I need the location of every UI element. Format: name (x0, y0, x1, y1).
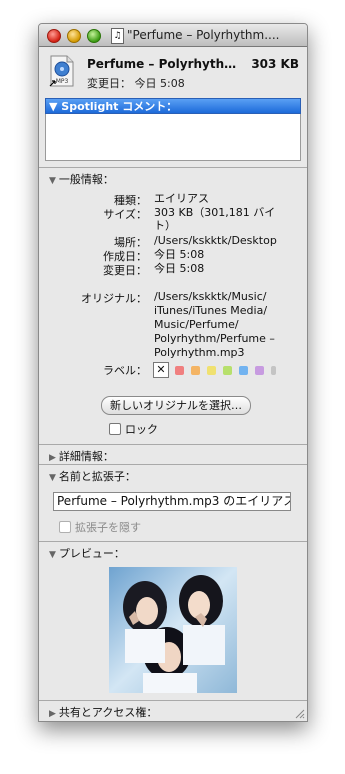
original-label: オリジナル： (81, 292, 147, 305)
hide-extension-label: 拡張子を隠す (75, 521, 141, 534)
where-value: /Users/kskktk/Desktop (154, 234, 277, 247)
preview-title: プレビュー： (58, 547, 125, 560)
label-color-swatch[interactable] (175, 366, 184, 375)
spotlight-comment-field[interactable] (45, 114, 301, 161)
divider (39, 700, 307, 701)
label-color-swatch[interactable] (255, 366, 264, 375)
general-info-header[interactable]: ▼ 一般情報： (49, 171, 114, 187)
close-button[interactable] (47, 29, 61, 43)
label-color-swatch[interactable] (191, 366, 200, 375)
more-info-title: 詳細情報： (58, 450, 114, 463)
window-title: "Perfume – Polyrhythm.... (127, 28, 280, 42)
divider (39, 167, 307, 168)
general-info-title: 一般情報： (58, 173, 114, 186)
label-color-swatch[interactable] (207, 366, 216, 375)
disclosure-closed-icon: ▶ (49, 453, 56, 463)
svg-text:MP3: MP3 (56, 78, 69, 85)
file-modified: 変更日： 今日 5:08 (87, 77, 185, 90)
original-path-line: /Users/kskktk/Music/ (154, 290, 267, 303)
original-path-line: Polyrhythm.mp3 (154, 346, 245, 359)
lock-checkbox[interactable] (109, 423, 121, 435)
size-value-line1: 303 KB（301,181 バイ (154, 206, 276, 219)
hide-extension-checkbox[interactable] (59, 521, 71, 533)
divider (39, 541, 307, 542)
resize-grip-icon[interactable] (293, 707, 305, 719)
select-new-original-button[interactable]: 新しいオリジナルを選択… (101, 396, 251, 415)
label-color-swatch[interactable] (271, 366, 276, 375)
disclosure-open-icon: ▼ (49, 176, 56, 186)
info-window: ♫ "Perfume – Polyrhythm.... MP3 Perfume … (38, 23, 308, 722)
mp3-alias-icon[interactable]: MP3 (49, 55, 75, 87)
label-color-swatch[interactable] (239, 366, 248, 375)
divider (39, 444, 307, 445)
file-name: Perfume – Polyrhyth… (87, 57, 237, 71)
size-value-line2: ト） (154, 219, 176, 232)
name-extension-header[interactable]: ▼ 名前と拡張子： (49, 468, 136, 484)
disclosure-closed-icon: ▶ (49, 709, 56, 719)
preview-header[interactable]: ▼ プレビュー： (49, 545, 125, 561)
lock-label: ロック (125, 423, 158, 436)
more-info-header[interactable]: ▶ 詳細情報： (49, 448, 114, 464)
original-path-line: Polyrhythm/Perfume – (154, 332, 275, 345)
divider (39, 464, 307, 465)
modified-label: 変更日： (103, 264, 147, 277)
file-header: MP3 Perfume – Polyrhyth… 303 KB 変更日： 今日 … (39, 47, 307, 95)
label-color-swatch[interactable] (223, 366, 232, 375)
sharing-permissions-title: 共有とアクセス権： (58, 706, 158, 719)
album-art-preview (109, 567, 237, 693)
modified-value: 今日 5:08 (154, 262, 205, 275)
label-label: ラベル： (103, 364, 147, 377)
name-extension-title: 名前と拡張子： (58, 470, 136, 483)
minimize-button[interactable] (67, 29, 81, 43)
spotlight-comment-header[interactable]: ▼ Spotlight コメント： (45, 98, 301, 114)
file-size: 303 KB (251, 57, 299, 71)
original-path-line: Music/Perfume/ (154, 318, 239, 331)
created-value: 今日 5:08 (154, 248, 205, 261)
size-label: サイズ： (103, 208, 147, 221)
disclosure-open-icon: ▼ (49, 473, 56, 483)
music-file-icon: ♫ (111, 28, 124, 44)
title-bar[interactable]: ♫ "Perfume – Polyrhythm.... (39, 24, 307, 47)
sharing-permissions-header[interactable]: ▶ 共有とアクセス権： (49, 704, 157, 720)
original-path-line: iTunes/iTunes Media/ (154, 304, 268, 317)
kind-value: エイリアス (154, 192, 209, 205)
label-none-option[interactable]: ✕ (153, 362, 169, 378)
disclosure-open-icon: ▼ (49, 550, 56, 560)
zoom-button[interactable] (87, 29, 101, 43)
name-field[interactable]: Perfume – Polyrhythm.mp3 のエイリアス (53, 492, 291, 511)
